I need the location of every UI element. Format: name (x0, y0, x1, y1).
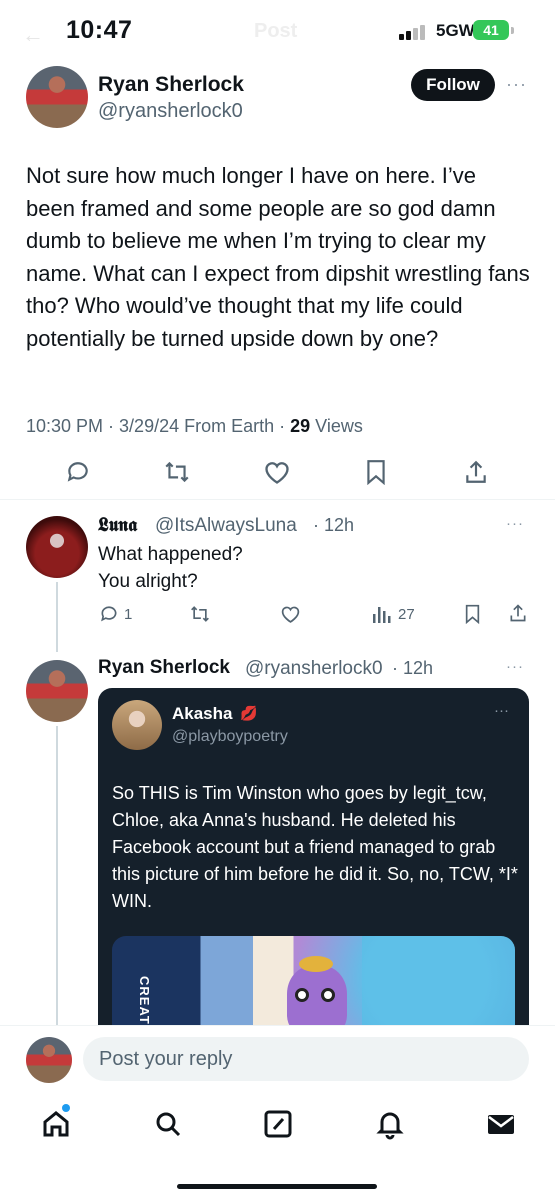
reply-input[interactable] (83, 1037, 529, 1081)
quoted-post-text: So THIS is Tim Winston who goes by legit… (112, 783, 518, 911)
post-meta: 10:30 PM · 3/29/24 From Earth · 29 Views (26, 416, 363, 437)
messages-icon[interactable] (485, 1108, 517, 1140)
reply-icon[interactable] (99, 604, 119, 624)
status-bar: ← 10:47 Post 5GW 41 (0, 0, 555, 64)
quoted-author-name[interactable]: Akasha (172, 704, 232, 724)
more-options-icon[interactable]: ··· (506, 658, 524, 675)
header-title: Post (254, 20, 298, 42)
repost-icon[interactable] (163, 459, 191, 485)
more-options-icon[interactable]: ··· (494, 702, 509, 719)
like-icon[interactable] (263, 459, 291, 485)
avatar[interactable] (112, 700, 162, 750)
author-handle[interactable]: @ryansherlock0 (245, 658, 383, 680)
more-options-icon[interactable]: ··· (506, 515, 524, 532)
character-eye (321, 988, 335, 1002)
back-arrow-icon[interactable]: ← (22, 22, 44, 48)
character-eye (295, 988, 309, 1002)
share-icon[interactable] (508, 603, 528, 623)
quoted-author-handle[interactable]: @playboypoetry (172, 728, 288, 746)
views-label: Views (310, 416, 363, 436)
avatar[interactable] (26, 66, 88, 128)
reply-count: 1 (124, 606, 133, 623)
lips-emoji-icon: 💋 (240, 705, 258, 721)
follow-button[interactable]: Follow (411, 69, 495, 101)
thread-line (56, 726, 58, 1026)
reply-text-line-1: What happened? (98, 544, 243, 565)
home-indicator (177, 1184, 377, 1189)
compose-icon[interactable] (262, 1108, 294, 1140)
home-icon[interactable] (40, 1108, 72, 1140)
post-text: Not sure how much longer I have on here.… (26, 163, 530, 351)
status-time: 10:47 (66, 16, 133, 44)
author-name[interactable]: 𝕷𝖚𝖓𝖆 (98, 514, 137, 536)
author-handle[interactable]: @ryansherlock0 (98, 100, 243, 123)
bookmark-icon[interactable] (365, 459, 387, 485)
battery-cap (511, 27, 514, 34)
network-label: 5GW (436, 21, 475, 40)
author-handle[interactable]: @ItsAlwaysLuna (155, 515, 297, 537)
thread-line (56, 582, 58, 652)
notifications-icon[interactable] (374, 1108, 406, 1140)
avatar[interactable] (26, 516, 88, 578)
views-count: 27 (398, 606, 415, 623)
bookmark-icon[interactable] (464, 604, 481, 624)
views-count: 29 (290, 416, 311, 436)
repost-icon[interactable] (189, 604, 211, 624)
avatar[interactable] (26, 660, 88, 722)
unread-dot (62, 1104, 70, 1112)
post-timestamp: 10:30 PM · 3/29/24 From Earth · (26, 416, 291, 436)
signal-icon (399, 24, 429, 40)
battery-icon: 41 (473, 20, 509, 40)
reply-text-line-2: You alright? (98, 571, 198, 592)
post-time: · 12h (313, 515, 355, 535)
reply-icon[interactable] (65, 459, 91, 485)
post-time: · 12h (392, 658, 434, 678)
share-icon[interactable] (463, 459, 489, 485)
avatar[interactable] (26, 1037, 72, 1083)
quoted-post[interactable]: Akasha 💋 @playboypoetry ··· So THIS is T… (98, 688, 529, 1068)
battery-level: 41 (483, 22, 499, 38)
views-icon[interactable] (372, 604, 392, 624)
author-name[interactable]: Ryan Sherlock (98, 657, 230, 679)
author-name[interactable]: Ryan Sherlock (98, 73, 244, 97)
like-icon[interactable] (280, 604, 301, 624)
divider (0, 499, 555, 500)
search-icon[interactable] (152, 1108, 184, 1140)
more-options-icon[interactable]: ··· (506, 74, 527, 95)
